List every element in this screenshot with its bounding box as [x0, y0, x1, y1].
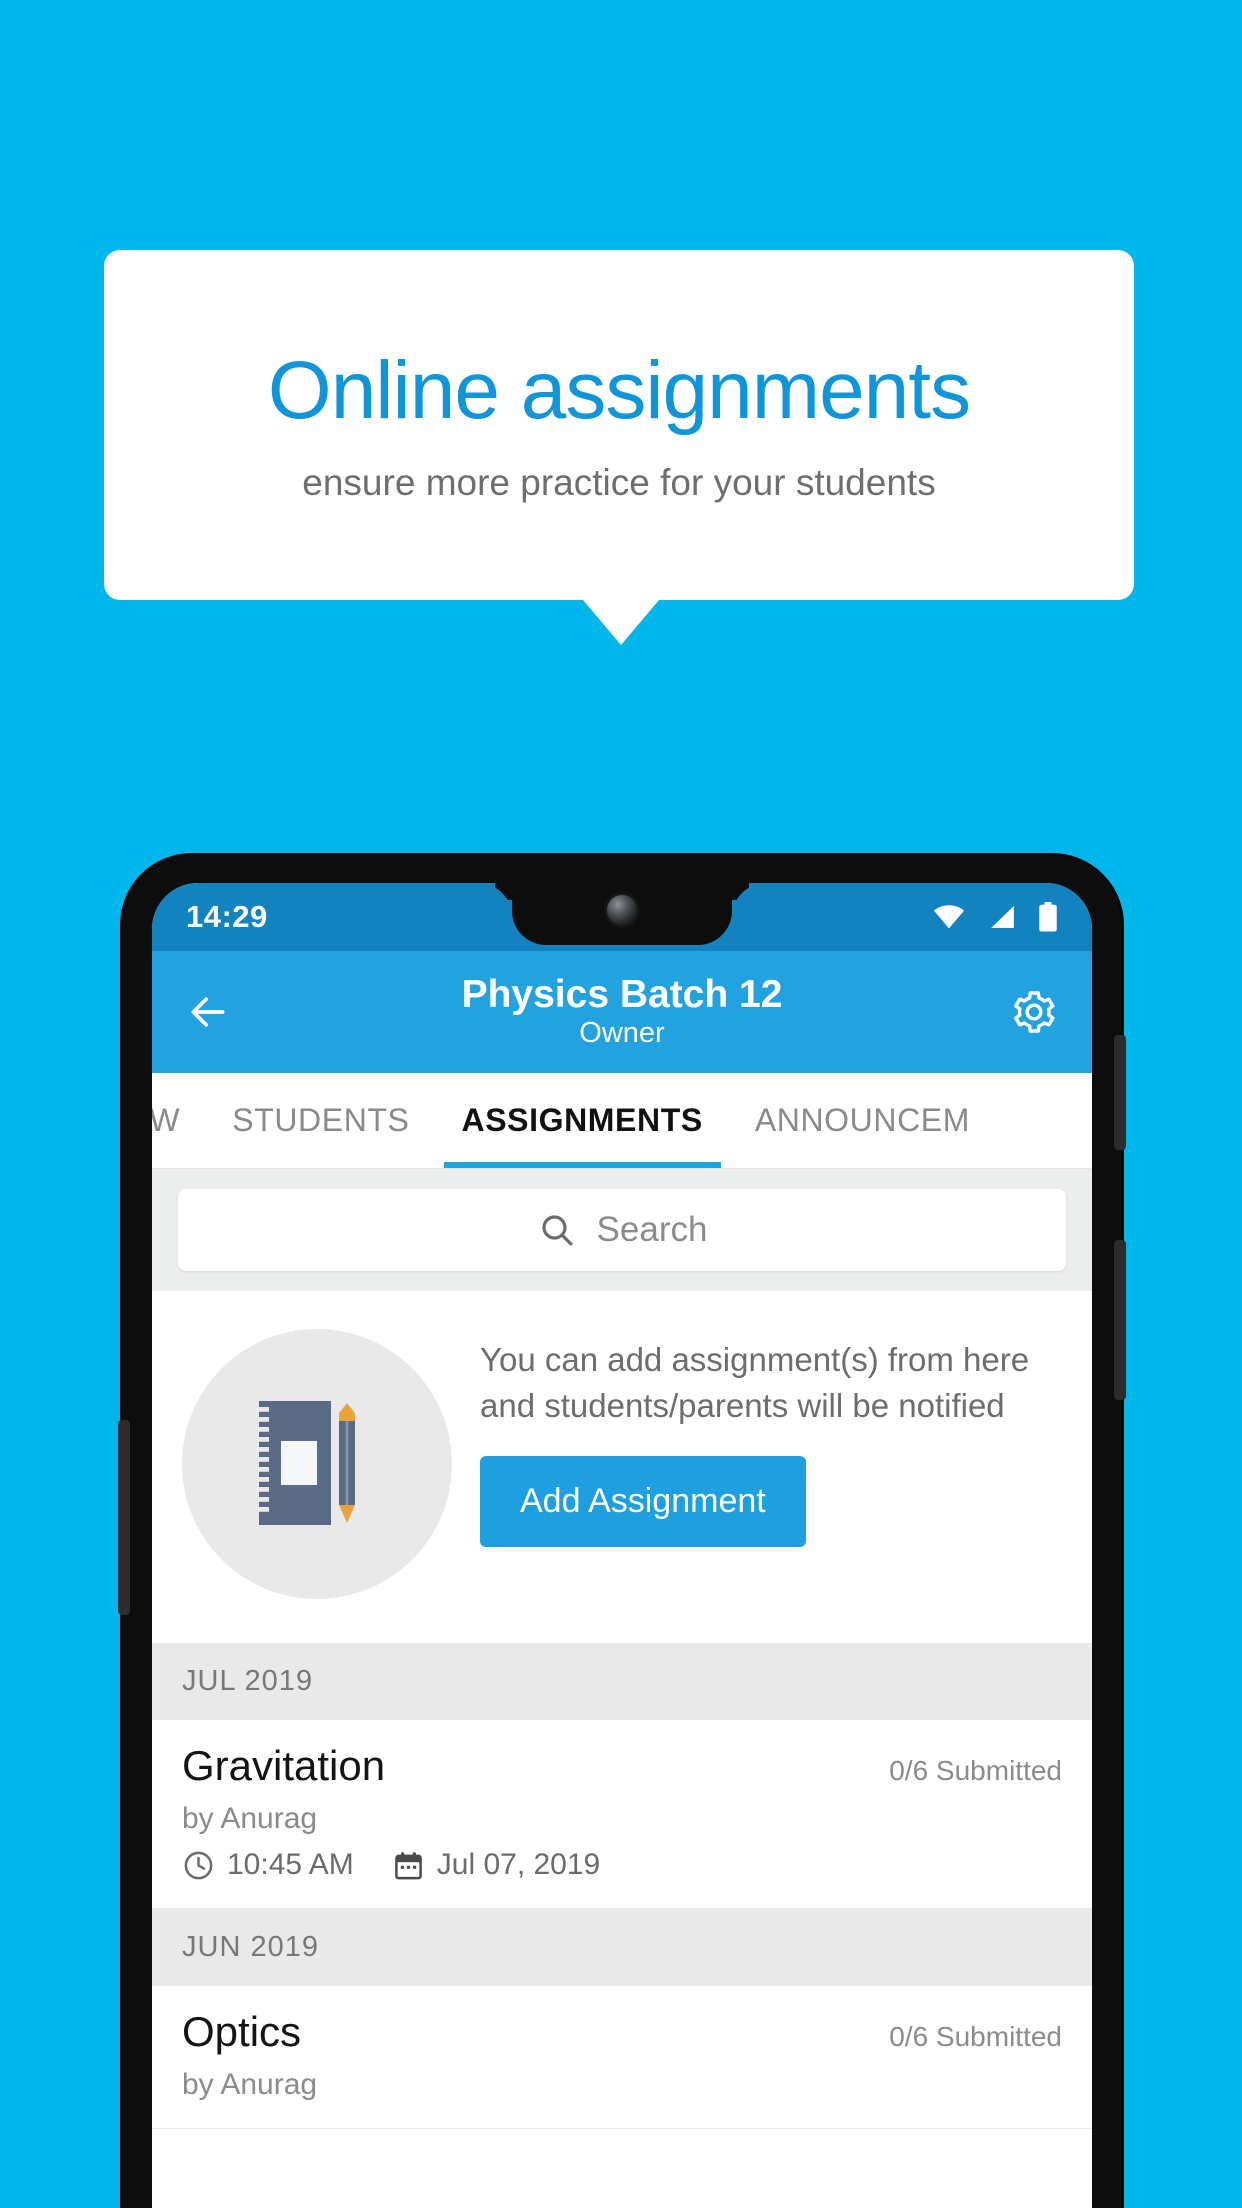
promo-title: Online assignments — [267, 344, 971, 436]
wifi-icon — [933, 905, 965, 929]
phone-side-button-right-2[interactable] — [1114, 1240, 1126, 1400]
assignment-title-row: Gravitation 0/6 Submitted — [182, 1742, 1062, 1790]
assignment-submitted: 0/6 Submitted — [889, 2021, 1062, 2052]
tab-label: ANNOUNCEM — [754, 1102, 970, 1138]
tab-students[interactable]: STUDENTS — [206, 1073, 435, 1168]
promo-subtitle: ensure more practice for your students — [302, 462, 936, 504]
page-subtitle: Owner — [579, 1017, 665, 1050]
search-input[interactable]: Search — [178, 1189, 1066, 1271]
tab-label: ASSIGNMENTS — [461, 1102, 703, 1138]
back-button[interactable] — [186, 990, 230, 1034]
empty-state-card: You can add assignment(s) from here and … — [152, 1291, 1092, 1643]
assignment-row-optics[interactable]: Optics 0/6 Submitted by Anurag — [152, 1986, 1092, 2129]
assignment-meta: 10:45 AM Jul 07, 2019 — [182, 1848, 1062, 1882]
clock-icon-wrap — [182, 1849, 215, 1882]
tab-overview[interactable]: IEW — [152, 1073, 206, 1168]
calendar-icon-wrap — [392, 1849, 425, 1882]
month-header-jun: JUN 2019 — [152, 1909, 1092, 1986]
tab-label: STUDENTS — [232, 1102, 410, 1138]
assignment-author: by Anurag — [182, 2068, 318, 2101]
tab-label: IEW — [152, 1102, 181, 1138]
assignment-submitted: 0/6 Submitted — [889, 1755, 1062, 1786]
search-icon — [541, 1215, 573, 1246]
phone-side-button-right-1[interactable] — [1114, 1035, 1126, 1150]
search-section: Search — [152, 1169, 1092, 1291]
empty-state-message: You can add assignment(s) from here and … — [480, 1341, 1030, 1424]
signal-icon — [991, 905, 1014, 929]
phone-side-button-left[interactable] — [118, 1420, 130, 1615]
add-assignment-button[interactable]: Add Assignment — [480, 1456, 806, 1548]
assignment-date: Jul 07, 2019 — [436, 1848, 601, 1881]
phone-mockup: 14:29 Physics Batch 12 Owner W STUDENTS … — [118, 855, 1126, 2208]
calendar-icon — [394, 1851, 422, 1879]
battery-icon — [1039, 902, 1057, 932]
empty-state-content: You can add assignment(s) from here and … — [480, 1329, 1062, 1548]
settings-button[interactable] — [1010, 988, 1058, 1036]
assignment-title: Gravitation — [182, 1742, 386, 1789]
page-title: Physics Batch 12 — [461, 972, 783, 1016]
status-bar: 14:29 — [152, 883, 1092, 951]
month-header-jul: JUL 2019 — [152, 1643, 1092, 1720]
tab-assignments[interactable]: ASSIGNMENTS — [436, 1073, 729, 1168]
tab-bar: IEW STUDENTS ASSIGNMENTS ANNOUNCEM — [152, 1073, 1092, 1169]
app-bar-titles: Physics Batch 12 Owner — [152, 973, 1092, 1051]
back-arrow-icon — [191, 997, 225, 1027]
assignment-row-gravitation[interactable]: Gravitation 0/6 Submitted by Anurag 10:4… — [152, 1720, 1092, 1909]
promo-bubble-tail — [583, 600, 659, 645]
status-bar-icons — [933, 902, 1058, 932]
assignment-title-row: Optics 0/6 Submitted — [182, 2008, 1062, 2056]
phone-notch — [512, 883, 732, 945]
notebook-pencil-icon — [259, 1401, 355, 1525]
assignment-title: Optics — [182, 2008, 302, 2055]
front-camera-icon — [607, 895, 637, 925]
tab-announcements[interactable]: ANNOUNCEM — [729, 1073, 996, 1168]
assignment-time: 10:45 AM — [227, 1848, 354, 1881]
phone-screen: 14:29 Physics Batch 12 Owner W STUDENTS … — [152, 883, 1092, 2208]
search-placeholder: Search — [596, 1210, 708, 1249]
app-bar: Physics Batch 12 Owner — [152, 951, 1092, 1073]
status-bar-time: 14:29 — [186, 899, 268, 934]
clock-icon — [184, 1851, 213, 1879]
empty-state-illustration — [182, 1329, 452, 1599]
promo-bubble: Online assignments ensure more practice … — [104, 250, 1134, 600]
assignment-author: by Anurag — [182, 1802, 318, 1835]
gear-icon — [1014, 991, 1055, 1033]
